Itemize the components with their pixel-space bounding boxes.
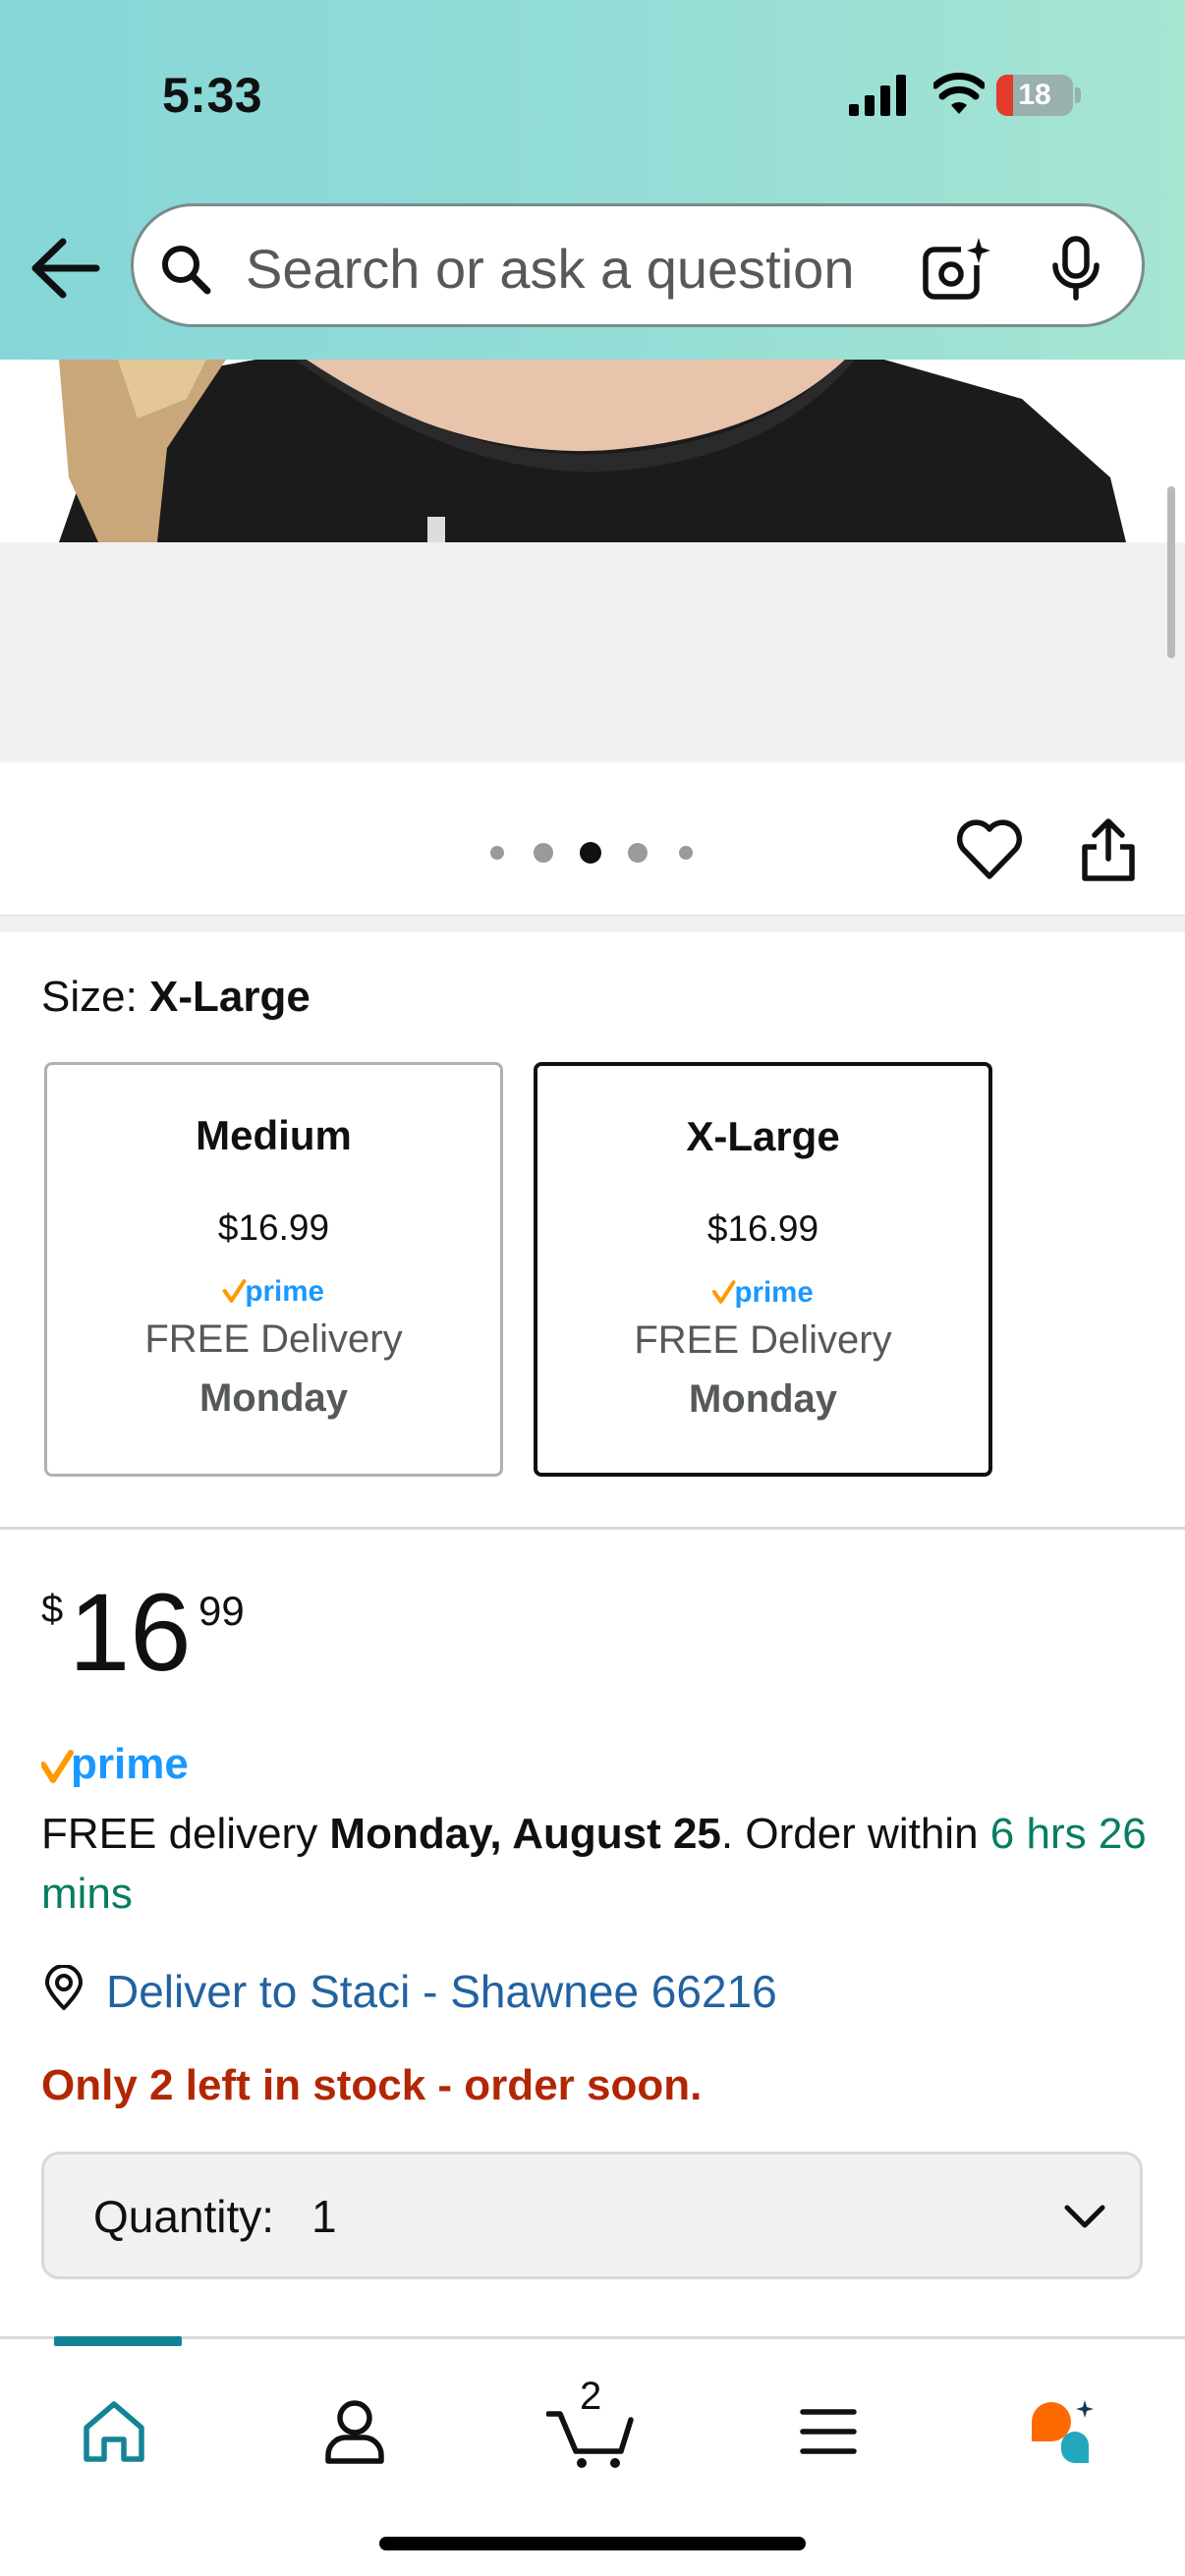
price-fraction: 99 [198, 1588, 245, 1634]
svg-text:prime: prime [735, 1276, 814, 1309]
search-bar[interactable] [131, 203, 1145, 327]
heart-icon[interactable] [955, 819, 1024, 880]
size-option-x-large[interactable]: X-Large $16.99 prime FREE Delivery Monda… [534, 1062, 992, 1477]
size-option-price: $16.99 [706, 1208, 819, 1249]
size-option-day: Monday [688, 1377, 838, 1421]
size-option-delivery: FREE Delivery [634, 1318, 892, 1362]
wifi-icon [933, 73, 985, 114]
size-option-delivery: FREE Delivery [144, 1317, 403, 1361]
prime-logo-icon: prime [711, 1276, 814, 1309]
size-option-price: $16.99 [217, 1207, 330, 1248]
section-divider [0, 915, 1185, 932]
quantity-label: Quantity: [93, 2191, 275, 2242]
carousel-dot[interactable] [534, 843, 553, 863]
stock-warning: Only 2 left in stock - order soon. [41, 2061, 703, 2109]
camera-search-icon[interactable] [920, 234, 992, 303]
cellular-signal-icon [849, 75, 906, 116]
carousel-dots [488, 840, 700, 864]
carousel-dot[interactable] [679, 846, 693, 860]
cart-button[interactable]: 2 [546, 2375, 635, 2469]
header-bar: 5:33 18 [0, 0, 1185, 360]
microphone-icon[interactable] [1047, 236, 1104, 301]
size-option-name: Medium [196, 1112, 352, 1158]
location-pin-icon [44, 1965, 84, 2010]
carousel-dot-active[interactable] [580, 842, 601, 864]
home-icon[interactable] [81, 2398, 147, 2465]
nav-active-indicator [54, 2336, 182, 2346]
size-label: Size: X-Large [41, 973, 310, 1021]
prime-logo-icon: prime [41, 1740, 189, 1788]
carousel-dot[interactable] [490, 846, 504, 860]
home-indicator [379, 2537, 806, 2550]
price-currency: $ [41, 1588, 64, 1631]
size-option-name: X-Large [686, 1113, 840, 1159]
price-whole: 16 [69, 1571, 192, 1694]
battery-level: 18 [1018, 79, 1051, 111]
product-image-carousel[interactable] [0, 360, 1185, 762]
share-icon[interactable] [1079, 815, 1138, 884]
product-photo [0, 360, 1185, 542]
quantity-dropdown[interactable]: Quantity: 1 [41, 2152, 1143, 2279]
rufus-assistant-icon[interactable] [1028, 2398, 1099, 2465]
prime-logo-icon: prime [222, 1275, 324, 1308]
menu-icon[interactable] [800, 2406, 857, 2457]
delivery-date: Monday, August 25 [329, 1810, 721, 1858]
size-option-day: Monday [198, 1376, 349, 1420]
section-divider [0, 1527, 1185, 1530]
search-icon [162, 246, 211, 295]
svg-text:prime: prime [245, 1275, 324, 1308]
cart-count: 2 [580, 2375, 602, 2418]
chevron-down-icon [1064, 2205, 1105, 2228]
size-option-medium[interactable]: Medium $16.99 prime FREE Delivery Monday [44, 1062, 503, 1477]
quantity-value: 1 [311, 2191, 337, 2242]
delivery-info: FREE delivery Monday, August 25. Order w… [41, 1810, 1147, 1918]
status-time: 5:33 [162, 68, 263, 123]
battery-icon: 18 [996, 75, 1081, 116]
svg-text:prime: prime [71, 1740, 189, 1788]
back-arrow-icon[interactable] [28, 234, 106, 303]
carousel-dot[interactable] [628, 843, 648, 863]
selected-size: X-Large [149, 973, 310, 1021]
account-icon[interactable] [324, 2398, 385, 2465]
deliver-to-link[interactable]: Deliver to Staci - Shawnee 66216 [106, 1965, 777, 2018]
image-scroll-indicator [1167, 486, 1175, 658]
